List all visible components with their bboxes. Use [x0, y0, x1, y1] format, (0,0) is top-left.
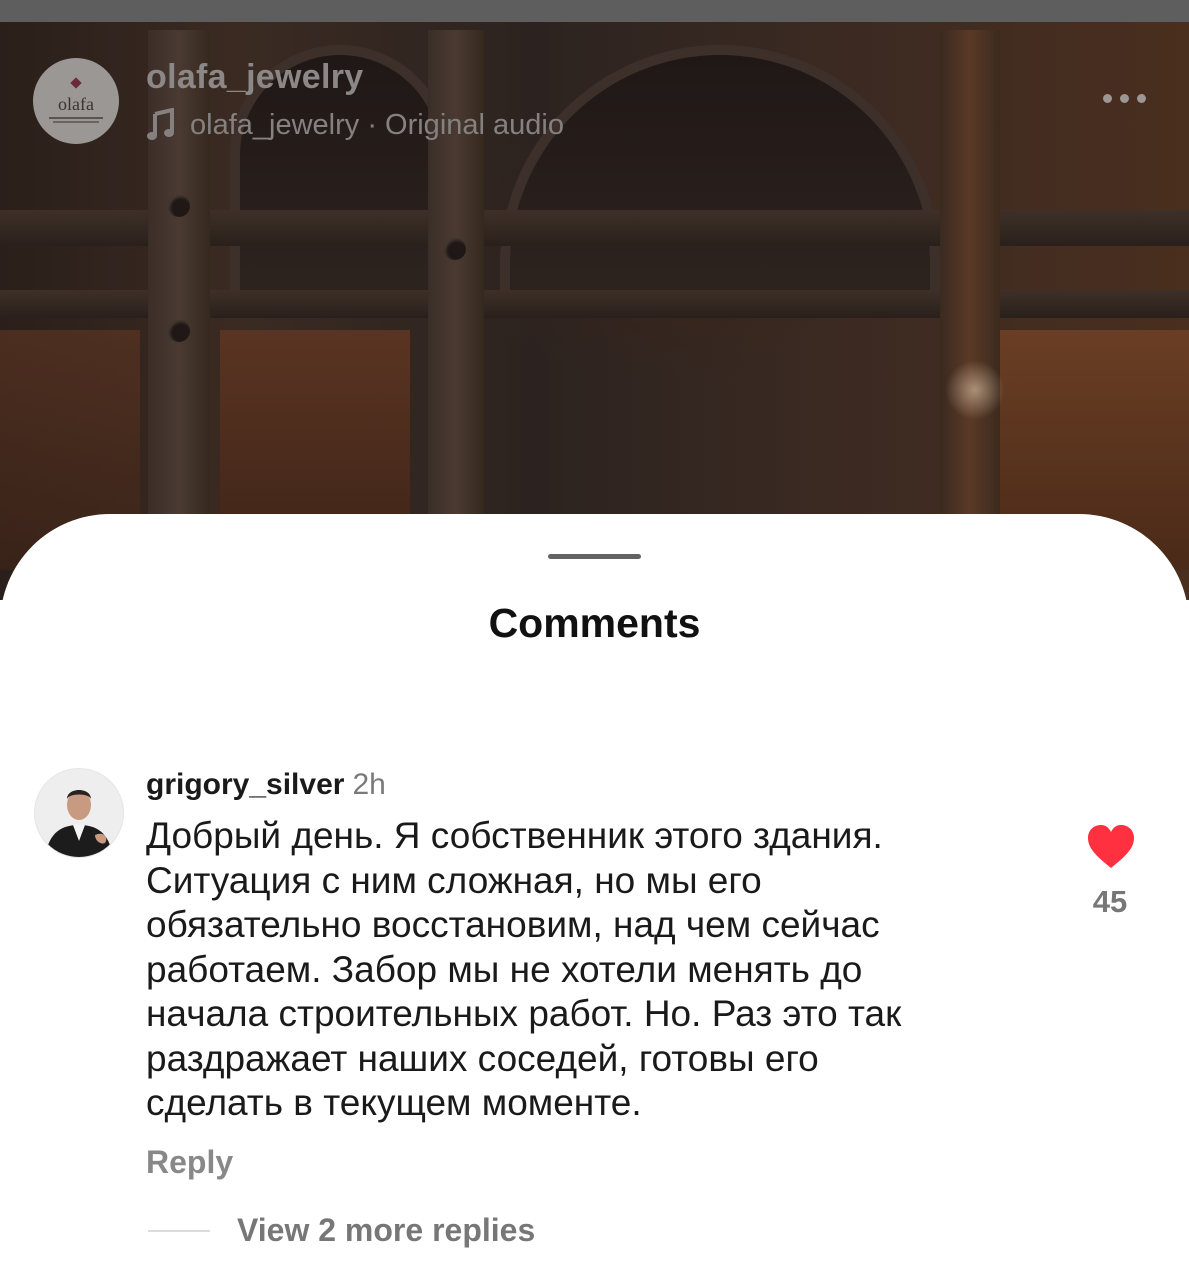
- background-pillar: [940, 30, 1000, 550]
- view-more-replies-button[interactable]: View 2 more replies: [237, 1212, 535, 1249]
- background-knob: [168, 320, 190, 342]
- comments-sheet: Comments grigory_silver 2h Добрый день. Я…: [0, 514, 1189, 1280]
- more-options-icon[interactable]: [1103, 88, 1163, 108]
- heart-icon[interactable]: [1086, 824, 1136, 870]
- background-arch: [500, 45, 940, 315]
- avatar-photo: [35, 769, 123, 857]
- logo-line: [49, 117, 103, 119]
- reply-button[interactable]: Reply: [146, 1144, 233, 1181]
- sheet-grabber[interactable]: [548, 554, 641, 559]
- audio-link[interactable]: olafa_jewelry · Original audio: [146, 108, 564, 142]
- background-light: [945, 360, 1005, 420]
- logo-gem-icon: [70, 77, 82, 89]
- like-count: 45: [1092, 884, 1128, 919]
- comment-header: grigory_silver 2h: [146, 768, 386, 802]
- background-knob: [444, 238, 466, 260]
- comment-timestamp: 2h: [352, 768, 386, 801]
- account-username[interactable]: olafa_jewelry: [146, 58, 363, 97]
- replies-divider: [148, 1230, 210, 1232]
- status-strip: [0, 0, 1189, 22]
- avatar-logo-text: olafa: [58, 94, 94, 114]
- audio-label: olafa_jewelry · Original audio: [190, 108, 564, 141]
- music-note-icon: [147, 108, 174, 140]
- commenter-username[interactable]: grigory_silver: [146, 768, 344, 801]
- background-knob: [168, 195, 190, 217]
- account-avatar[interactable]: olafa: [33, 58, 119, 144]
- logo-line: [53, 121, 99, 123]
- commenter-avatar[interactable]: [34, 768, 124, 858]
- comment-text: Добрый день. Я собственник этого здания.…: [146, 815, 902, 1123]
- sheet-title: Comments: [488, 600, 701, 646]
- video-frame[interactable]: olafa olafa_jewelry olafa_jewelry · Orig…: [0, 0, 1189, 600]
